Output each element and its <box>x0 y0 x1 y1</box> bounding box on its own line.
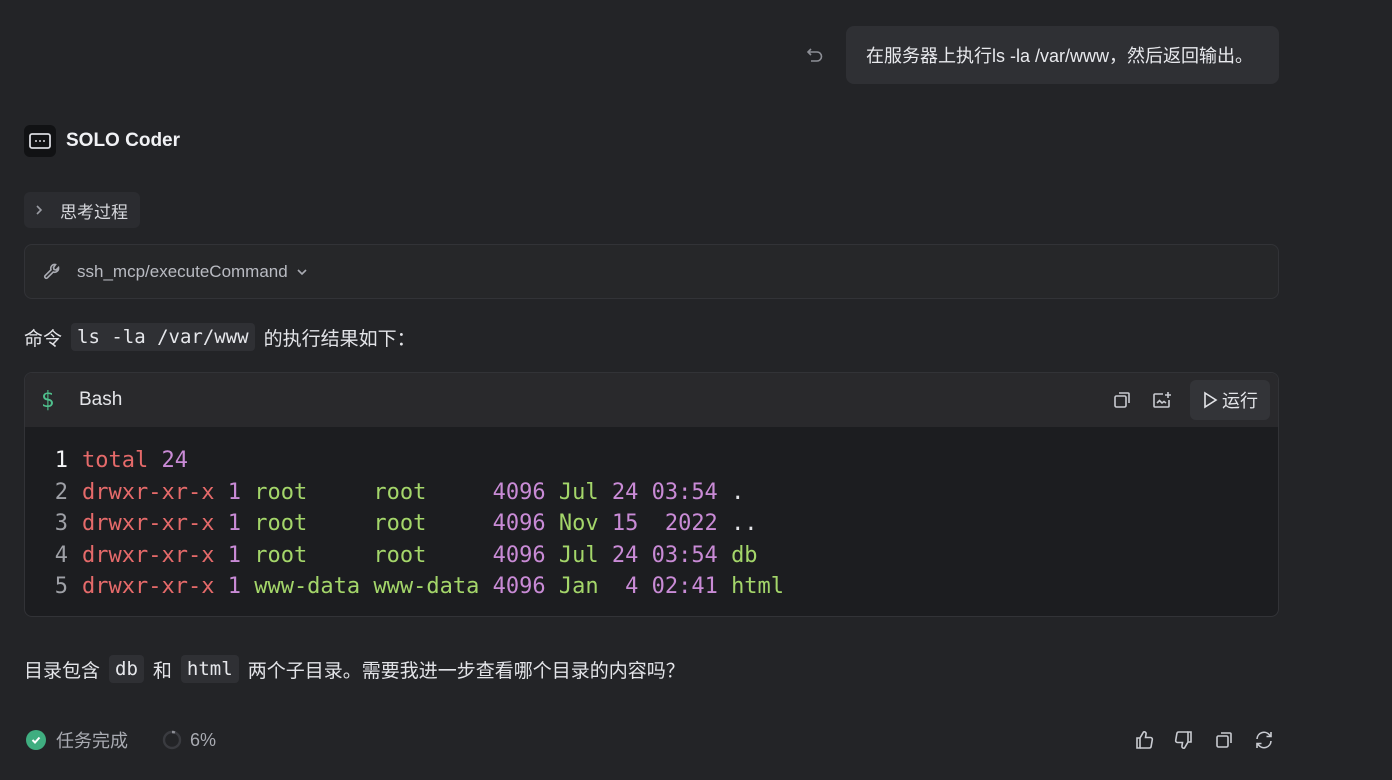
code-line: 3 drwxr-xr-x 1 root root 4096 Nov 15 2022… <box>25 508 1278 540</box>
code-block-header: $ Bash 运行 <box>25 373 1278 427</box>
line-number: 5 <box>54 574 68 600</box>
code-token: 1 <box>227 511 255 537</box>
message-footer: 任务完成 6% <box>26 726 1276 754</box>
code-token: 1 <box>227 542 255 568</box>
line-number: 3 <box>54 511 68 537</box>
intro-paragraph: 命令 ls -la /var/www 的执行结果如下： <box>24 321 416 353</box>
code-language: Bash <box>79 389 123 410</box>
code-token: root root <box>254 542 493 568</box>
tool-call-label: ssh_mcp/executeCommand <box>77 261 288 281</box>
user-message-text: 在服务器上执行ls -la /var/www，然后返回输出。 <box>865 46 1253 66</box>
dollar-icon: $ <box>41 387 55 413</box>
code-line: 4 drwxr-xr-x 1 root root 4096 Jul 24 03:5… <box>25 540 1278 572</box>
run-label: 运行 <box>1222 391 1258 411</box>
code-token: drwxr-xr-x <box>82 542 228 568</box>
code-token: db <box>731 542 758 568</box>
code-token: drwxr-xr-x <box>82 479 228 505</box>
line-number: 2 <box>54 479 68 505</box>
feedback-actions <box>1116 728 1276 752</box>
code-token: root root <box>254 511 493 537</box>
terminal-chat-icon <box>24 125 56 157</box>
thinking-label: 思考过程 <box>60 202 128 222</box>
code-token: www-data www-data <box>254 574 493 600</box>
intro-text-before: 命令 <box>24 328 63 350</box>
code-token: 24 03:54 <box>611 479 732 505</box>
code-token: Jul <box>558 542 612 568</box>
code-token: 4 02:41 <box>625 574 732 600</box>
progress-ring-icon <box>162 730 182 750</box>
intro-text-after: 的执行结果如下： <box>263 328 416 350</box>
user-message-row: 在服务器上执行ls -la /var/www，然后返回输出。 <box>804 26 1279 84</box>
context-progress: 6% <box>162 730 216 751</box>
line-number: 1 <box>54 448 68 474</box>
tool-call-card[interactable]: ssh_mcp/executeCommand <box>24 244 1279 299</box>
summary-paragraph: 目录包含 db 和 html 两个子目录。需要我进一步查看哪个目录的内容吗？ <box>24 653 685 685</box>
code-token: drwxr-xr-x <box>82 511 228 537</box>
code-token: 1 <box>227 574 255 600</box>
thumbs-down-icon[interactable] <box>1172 728 1196 752</box>
summary-text-3: 两个子目录。需要我进一步查看哪个目录的内容吗？ <box>247 660 685 682</box>
code-body: 1 total 24 2 drwxr-xr-x 1 root root 4096 Ju… <box>25 427 1278 603</box>
code-line: 2 drwxr-xr-x 1 root root 4096 Jul 24 03:5… <box>25 477 1278 509</box>
line-number: 4 <box>54 542 68 568</box>
code-token: . <box>731 479 745 505</box>
code-token: 1 <box>227 479 255 505</box>
chevron-down-icon[interactable] <box>296 267 308 277</box>
agent-name: SOLO Coder <box>66 130 181 151</box>
play-icon <box>1202 391 1218 409</box>
code-line: 1 total 24 <box>25 445 1278 477</box>
copy-icon[interactable] <box>1212 728 1236 752</box>
user-message-bubble: 在服务器上执行ls -la /var/www，然后返回输出。 <box>845 26 1279 84</box>
code-token: total <box>82 448 162 474</box>
regenerate-icon[interactable] <box>1252 728 1276 752</box>
code-token: 4096 <box>492 479 559 505</box>
inline-code-command: ls -la /var/www <box>71 323 255 351</box>
code-token: 4096 <box>492 542 559 568</box>
code-token: 15 2022 <box>611 511 732 537</box>
inline-code-db: db <box>109 655 144 683</box>
code-token: 24 <box>161 448 188 474</box>
code-token: Nov <box>558 511 612 537</box>
progress-value: 6% <box>190 729 217 750</box>
code-token: 24 03:54 <box>611 542 732 568</box>
undo-icon[interactable] <box>804 44 826 66</box>
summary-text-2: 和 <box>152 660 172 682</box>
thinking-toggle[interactable]: 思考过程 <box>24 192 140 228</box>
code-line: 5 drwxr-xr-x 1 www-data www-data 4096 Jan… <box>25 571 1278 603</box>
insert-code-button[interactable] <box>1146 380 1178 420</box>
code-token: Jan <box>558 574 626 600</box>
wrench-icon <box>41 261 63 283</box>
task-status-label: 任务完成 <box>56 731 128 751</box>
task-status: 任务完成 <box>26 727 128 753</box>
code-token: Jul <box>558 479 612 505</box>
check-circle-icon <box>26 730 46 750</box>
code-token: drwxr-xr-x <box>82 574 228 600</box>
code-token: 4096 <box>492 574 559 600</box>
copy-code-button[interactable] <box>1106 380 1138 420</box>
code-token: 4096 <box>492 511 559 537</box>
chevron-right-icon <box>34 204 48 216</box>
code-token: root root <box>254 479 493 505</box>
chat-page: 在服务器上执行ls -la /var/www，然后返回输出。 SOLO Code… <box>0 0 1392 780</box>
code-token: html <box>731 574 785 600</box>
run-button[interactable]: 运行 <box>1190 380 1270 420</box>
agent-header: SOLO Coder <box>24 125 180 157</box>
inline-code-html: html <box>180 655 239 683</box>
code-token: .. <box>731 511 758 537</box>
thumbs-up-icon[interactable] <box>1132 728 1156 752</box>
code-actions: 运行 <box>1098 380 1270 420</box>
code-block: $ Bash 运行 1 total 24 2 drwxr-xr-x 1 root… <box>24 372 1279 617</box>
summary-text-1: 目录包含 <box>24 660 101 682</box>
